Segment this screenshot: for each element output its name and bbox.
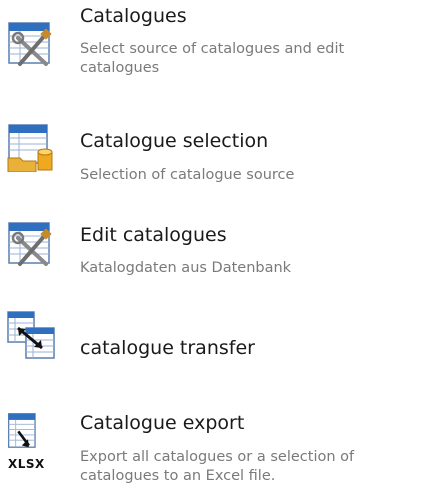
xlsx-icon-label: XLSX — [8, 457, 45, 471]
catalogue-transfer-item[interactable]: catalogue transfer — [0, 300, 443, 390]
catalogue-database-icon — [6, 122, 56, 172]
xlsx-export-icon: XLSX — [6, 412, 56, 474]
catalogue-export-title: Catalogue export — [80, 412, 245, 434]
catalogue-selection-item[interactable]: Catalogue selection Selection of catalog… — [0, 112, 443, 202]
catalogue-selection-title: Catalogue selection — [80, 130, 269, 152]
catalogue-selection-description: Selection of catalogue source — [80, 167, 295, 183]
catalogue-tools-icon — [6, 220, 56, 270]
catalogue-transfer-icon — [6, 310, 56, 360]
catalogues-title: Catalogues — [80, 5, 187, 27]
catalogue-transfer-title: catalogue transfer — [80, 337, 255, 359]
catalogue-export-item[interactable]: XLSX Catalogue export Export all catalog… — [0, 398, 443, 496]
catalogues-item[interactable]: Catalogues Select source of catalogues a… — [0, 0, 443, 110]
edit-catalogues-title: Edit catalogues — [80, 224, 227, 246]
catalogues-description: Select source of catalogues and edit cat… — [80, 41, 345, 76]
edit-catalogues-description: Katalogdaten aus Datenbank — [80, 260, 292, 276]
catalogue-export-description: Export all catalogues or a selection of … — [80, 449, 355, 484]
catalogue-tools-icon — [6, 20, 56, 70]
edit-catalogues-item[interactable]: Edit catalogues Katalogdaten aus Datenba… — [0, 205, 443, 295]
